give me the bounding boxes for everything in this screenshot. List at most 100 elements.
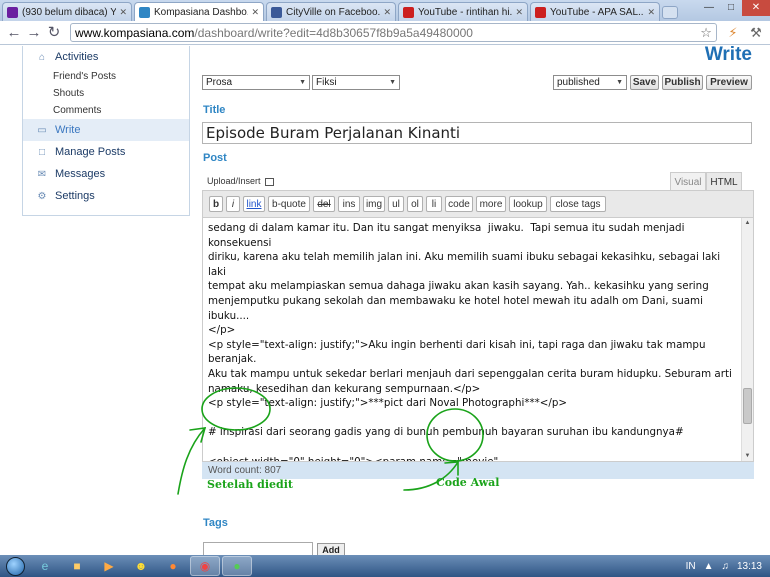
- post-editor[interactable]: b i link b-quote del ins img ul ol li code more look…: [202, 190, 754, 462]
- quicktag-ins-button[interactable]: ins: [338, 196, 360, 212]
- scrollbar-thumb[interactable]: [743, 388, 752, 424]
- volume-icon[interactable]: ♫: [721, 561, 729, 572]
- sidebar-item-settings[interactable]: ⚙ Settings: [23, 185, 189, 207]
- quicktag-ol-button[interactable]: ol: [407, 196, 423, 212]
- quicktag-link-button[interactable]: link: [243, 196, 265, 212]
- windows-logo-icon: [5, 556, 25, 576]
- quicktag-b-button[interactable]: b: [209, 196, 223, 212]
- maximize-button[interactable]: □: [720, 0, 742, 16]
- forward-button[interactable]: →: [24, 23, 44, 43]
- title-label: Title: [203, 104, 226, 116]
- scroll-up-icon[interactable]: ▲: [742, 218, 753, 228]
- taskbar-ie-icon[interactable]: e: [30, 556, 60, 576]
- scroll-down-icon[interactable]: ▼: [742, 451, 753, 461]
- sidebar-item-label: Manage Posts: [55, 146, 126, 158]
- taskbar-folder-icon[interactable]: ■: [62, 556, 92, 576]
- tags-input[interactable]: [203, 542, 313, 556]
- annotation-arrow-left: [177, 427, 206, 495]
- category-select[interactable]: Fiksi ▼: [312, 75, 400, 90]
- screen: (930 belum dibaca) Y... ✕ Kompasiana Dashb…: [0, 0, 770, 577]
- code-line: # inspirasi dari seorang gadis yang di b…: [208, 426, 684, 439]
- youtube-icon: [535, 6, 546, 18]
- url-path: /dashboard/write?edit=4d8b30657f8b9a5a49…: [194, 25, 473, 40]
- sidebar-item-manage-posts[interactable]: □ Manage Posts: [23, 141, 189, 163]
- wrench-icon[interactable]: ⚒: [746, 25, 766, 41]
- bookmark-star-icon[interactable]: ☆: [700, 25, 712, 41]
- code-line: <object width="0" height="0"><param name…: [208, 455, 738, 462]
- tab-title: CityVille on Faceboo...: [286, 6, 381, 18]
- taskbar-messenger-icon[interactable]: ☻: [126, 556, 156, 576]
- save-button[interactable]: Save: [630, 75, 659, 90]
- publish-button[interactable]: Publish: [662, 75, 703, 90]
- sidebar-item-comments[interactable]: Comments: [23, 102, 189, 119]
- tab-visual[interactable]: Visual: [670, 172, 706, 191]
- quicktag-del-button[interactable]: del: [313, 196, 335, 212]
- code-line: namaku, kesedihan dan kekurang sempurnaa…: [208, 382, 481, 395]
- browser-tab[interactable]: (930 belum dibaca) Y... ✕: [2, 2, 132, 21]
- quicktag-ul-button[interactable]: ul: [388, 196, 404, 212]
- media-icon[interactable]: [264, 177, 274, 186]
- html-content[interactable]: sedang di dalam kamar itu. Dan itu sanga…: [208, 221, 738, 461]
- close-tab-icon[interactable]: ✕: [647, 7, 655, 18]
- close-window-button[interactable]: ✕: [742, 0, 770, 16]
- code-line: tempat aku melampiaskan semua dahaga jiw…: [208, 280, 709, 293]
- minimize-button[interactable]: —: [698, 0, 720, 16]
- start-button[interactable]: [0, 555, 30, 577]
- quicktag-close-tags-button[interactable]: close tags: [550, 196, 606, 212]
- sidebar-item-shouts[interactable]: Shouts: [23, 85, 189, 102]
- monitor-icon: ▭: [37, 124, 47, 136]
- envelope-icon: ✉: [37, 168, 47, 180]
- language-indicator[interactable]: IN: [686, 561, 696, 572]
- browser-tab[interactable]: YouTube - APA SAL... ✕: [530, 2, 660, 21]
- editor-scrollbar[interactable]: ▲ ▼: [741, 218, 753, 461]
- browser-tab[interactable]: Kompasiana Dashbo... ✕: [134, 2, 264, 21]
- browser-tab[interactable]: YouTube - rintihan hi... ✕: [398, 2, 528, 21]
- sidebar-item-activities[interactable]: ⌂ Activities: [23, 46, 189, 68]
- chevron-down-icon: ▼: [389, 79, 396, 86]
- quicktag-i-button[interactable]: i: [226, 196, 240, 212]
- taskbar-chrome-icon[interactable]: ◉: [190, 556, 220, 576]
- new-tab-button[interactable]: [662, 6, 678, 19]
- taskbar-firefox-icon[interactable]: ●: [158, 556, 188, 576]
- title-input[interactable]: Episode Buram Perjalanan Kinanti: [202, 122, 752, 144]
- browser-tab[interactable]: CityVille on Faceboo... ✕: [266, 2, 396, 21]
- quicktag-b-quote-button[interactable]: b-quote: [268, 196, 310, 212]
- tab-title: Kompasiana Dashbo...: [154, 6, 249, 18]
- back-button[interactable]: ←: [4, 23, 24, 43]
- quicktag-lookup-button[interactable]: lookup: [509, 196, 547, 212]
- close-tab-icon[interactable]: ✕: [119, 7, 127, 18]
- network-icon[interactable]: ▲: [704, 561, 714, 572]
- home-icon: ⌂: [38, 51, 46, 63]
- quicktag-more-button[interactable]: more: [476, 196, 506, 212]
- code-line: menjemputku pukang sekolah dan membawaku…: [208, 294, 707, 322]
- taskbar-media-icon[interactable]: ▶: [94, 556, 124, 576]
- reload-button[interactable]: ↻: [44, 23, 64, 43]
- sidebar-item-write[interactable]: ▭ Write: [23, 119, 189, 141]
- tab-title: YouTube - rintihan hi...: [418, 6, 513, 18]
- extension-icon[interactable]: ⚡: [723, 25, 743, 41]
- address-bar[interactable]: www.kompasiana.com/dashboard/write?edit=…: [70, 23, 717, 42]
- clock[interactable]: 13:13: [737, 561, 762, 572]
- code-line: diriku, karena aku telah memilih jalan i…: [208, 251, 724, 278]
- code-line: <p style="text-align: justify;">Aku ingi…: [208, 338, 709, 366]
- system-tray: IN ▲ ♫ 13:13: [678, 561, 770, 572]
- preview-button[interactable]: Preview: [706, 75, 752, 90]
- sidebar-item-messages[interactable]: ✉ Messages: [23, 163, 189, 185]
- quicktag-li-button[interactable]: li: [426, 196, 442, 212]
- quicktags-toolbar: b i link b-quote del ins img ul ol li code more look…: [203, 191, 753, 218]
- close-tab-icon[interactable]: ✕: [515, 7, 523, 18]
- upload-insert[interactable]: Upload/Insert: [207, 176, 274, 186]
- youtube-icon: [403, 6, 414, 18]
- sidebar-item-friend-s-posts[interactable]: Friend's Posts: [23, 68, 189, 85]
- close-tab-icon[interactable]: ✕: [383, 7, 391, 18]
- taskbar-app-icon[interactable]: ●: [222, 556, 252, 576]
- window-controls: — □ ✕: [698, 0, 770, 16]
- annotation-after-edit: Setelah diedit: [207, 478, 293, 491]
- format-select[interactable]: Prosa ▼: [202, 75, 310, 90]
- quicktag-img-button[interactable]: img: [363, 196, 385, 212]
- quicktag-code-button[interactable]: code: [445, 196, 473, 212]
- close-tab-icon[interactable]: ✕: [251, 7, 259, 18]
- status-select[interactable]: published ▼: [553, 75, 627, 90]
- tab-html[interactable]: HTML: [706, 172, 742, 191]
